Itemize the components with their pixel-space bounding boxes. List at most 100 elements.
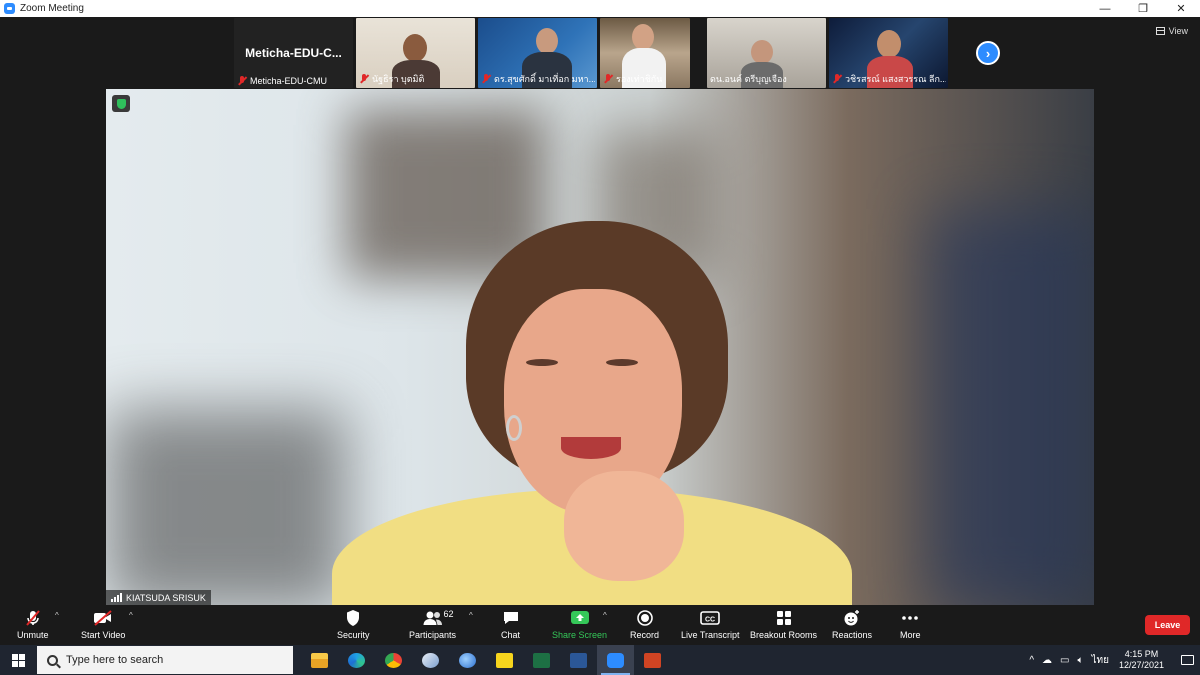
volume-icon[interactable]: 🔈︎ — [1077, 655, 1083, 666]
share-screen-button[interactable]: Share Screen — [552, 609, 607, 640]
more-button[interactable]: More — [900, 609, 921, 640]
search-placeholder: Type here to search — [66, 654, 164, 666]
edge-icon[interactable] — [338, 645, 375, 675]
zoom-taskbar-icon[interactable] — [597, 645, 634, 675]
participant-video-head — [632, 24, 654, 50]
start-video-label: Start Video — [81, 630, 126, 640]
participant-name-tag: ดร.สุขศักดิ์ มาเที่อก มหา... — [481, 72, 595, 86]
participant-strip: Meticha-EDU-C... Meticha-EDU-CMU นัฐธิรา… — [234, 18, 948, 88]
speaker-eye — [526, 359, 558, 366]
participant-tile[interactable]: ดน.อนค์ ตรีบุญเจือง — [707, 18, 826, 88]
video-off-icon — [92, 609, 114, 627]
unmute-button[interactable]: Unmute — [17, 609, 49, 640]
next-page-chevron-icon[interactable]: › — [976, 41, 1000, 65]
ellipsis-icon — [900, 609, 920, 627]
breakout-rooms-icon — [775, 609, 793, 627]
muted-mic-icon — [832, 74, 842, 84]
windows-logo-icon — [11, 653, 25, 667]
sticky-notes-icon[interactable] — [486, 645, 523, 675]
background-blur — [926, 209, 1094, 605]
view-label: View — [1168, 26, 1188, 36]
muted-mic-icon — [481, 74, 491, 84]
record-button[interactable]: Record — [630, 609, 659, 640]
grid-view-icon — [1155, 27, 1165, 35]
windows-taskbar: Type here to search ^ ☁ ▭ 🔈︎ ไทย 4:15 PM… — [0, 645, 1200, 675]
meeting-toolbar: Unmute ^ Start Video ^ Security 62 Parti… — [0, 605, 1200, 645]
powerpoint-icon[interactable] — [634, 645, 671, 675]
chevron-up-icon[interactable]: ^ — [1029, 655, 1034, 666]
record-icon — [636, 609, 654, 627]
participants-options-caret-icon[interactable]: ^ — [469, 611, 473, 620]
speaker-eye — [606, 359, 638, 366]
encryption-shield-icon[interactable] — [112, 95, 130, 112]
participant-name: ดน.อนค์ ตรีบุญเจือง — [710, 74, 787, 84]
participant-tile[interactable]: Meticha-EDU-C... Meticha-EDU-CMU — [234, 18, 353, 88]
chat-label: Chat — [501, 630, 521, 640]
clock[interactable]: 4:15 PM 12/27/2021 — [1119, 649, 1164, 671]
participant-video-head — [877, 30, 901, 58]
breakout-rooms-label: Breakout Rooms — [750, 630, 818, 640]
network-icon[interactable]: ▭ — [1060, 655, 1069, 666]
reactions-button[interactable]: Reactions — [832, 609, 872, 640]
more-label: More — [900, 630, 921, 640]
participant-name-tag: Meticha-EDU-CMU — [237, 76, 327, 86]
muted-mic-icon — [24, 609, 42, 627]
system-tray: ^ ☁ ▭ 🔈︎ ไทย 4:15 PM 12/27/2021 — [1025, 645, 1200, 675]
taskbar-search-box[interactable]: Type here to search — [37, 646, 293, 674]
speaker-name: KIATSUDA SRISUK — [126, 592, 206, 603]
window-title: Zoom Meeting — [20, 3, 84, 14]
view-button[interactable]: View — [1155, 26, 1188, 36]
speaker-name-tag: KIATSUDA SRISUK — [106, 590, 211, 605]
participant-name-tag: ดน.อนค์ ตรีบุญเจือง — [710, 72, 787, 86]
share-screen-icon — [570, 609, 590, 627]
share-screen-label: Share Screen — [552, 630, 608, 640]
breakout-rooms-button[interactable]: Breakout Rooms — [750, 609, 817, 640]
cloud-icon[interactable]: ☁ — [1042, 655, 1052, 666]
participant-tile[interactable]: นัฐธิรา บุตมิติ — [356, 18, 475, 88]
globe-icon[interactable] — [449, 645, 486, 675]
speaker-earring — [506, 415, 522, 441]
closed-captions-icon: CC — [700, 609, 721, 627]
close-button[interactable]: ✕ — [1162, 0, 1200, 17]
participant-tile[interactable]: รองเท่าชิกัน — [600, 18, 690, 88]
minimize-button[interactable]: — — [1086, 0, 1124, 17]
clock-time: 4:15 PM — [1124, 649, 1159, 659]
video-options-caret-icon[interactable]: ^ — [129, 611, 133, 620]
share-options-caret-icon[interactable]: ^ — [603, 611, 607, 620]
chat-button[interactable]: Chat — [501, 609, 520, 640]
chat-bubble-icon — [502, 609, 520, 627]
clock-date: 12/27/2021 — [1118, 660, 1164, 670]
file-explorer-icon[interactable] — [301, 645, 338, 675]
search-icon — [47, 654, 58, 666]
bird-app-icon[interactable] — [412, 645, 449, 675]
participant-video-head — [403, 34, 427, 62]
restore-button[interactable]: ❐ — [1124, 0, 1162, 17]
participant-name: วชิรสรณ์ แสงสวรรณ ลีก... — [845, 74, 946, 84]
windows-start-button[interactable] — [0, 645, 36, 675]
word-icon[interactable] — [560, 645, 597, 675]
active-speaker-video: KIATSUDA SRISUK — [106, 89, 1094, 605]
excel-icon[interactable] — [523, 645, 560, 675]
start-video-button[interactable]: Start Video — [81, 609, 125, 640]
input-language[interactable]: ไทย — [1091, 653, 1108, 668]
chrome-icon[interactable] — [375, 645, 412, 675]
participant-tile[interactable]: ดร.สุขศักดิ์ มาเที่อก มหา... — [478, 18, 597, 88]
window-controls: — ❐ ✕ — [1086, 0, 1200, 17]
zoom-window: Zoom Meeting — ❐ ✕ Meticha-EDU-C... Meti… — [0, 0, 1200, 675]
muted-mic-icon — [359, 74, 369, 84]
shield-icon — [345, 609, 361, 627]
participant-display-name: Meticha-EDU-C... — [245, 46, 342, 60]
security-button[interactable]: Security — [337, 609, 370, 640]
participants-label: Participants — [409, 630, 457, 640]
participant-name-tag: วชิรสรณ์ แสงสวรรณ ลีก... — [832, 72, 946, 86]
participants-button[interactable]: 62 Participants — [409, 609, 456, 640]
leave-button[interactable]: Leave — [1145, 615, 1190, 635]
muted-mic-icon — [603, 74, 613, 84]
participant-name: ดร.สุขศักดิ์ มาเที่อก มหา... — [494, 74, 595, 84]
participant-name: รองเท่าชิกัน — [616, 74, 663, 84]
live-transcript-button[interactable]: CC Live Transcript — [681, 609, 740, 640]
participant-tile[interactable]: วชิรสรณ์ แสงสวรรณ ลีก... — [829, 18, 948, 88]
participant-name: Meticha-EDU-CMU — [250, 76, 328, 86]
audio-options-caret-icon[interactable]: ^ — [55, 611, 59, 620]
notifications-icon[interactable] — [1174, 645, 1200, 675]
